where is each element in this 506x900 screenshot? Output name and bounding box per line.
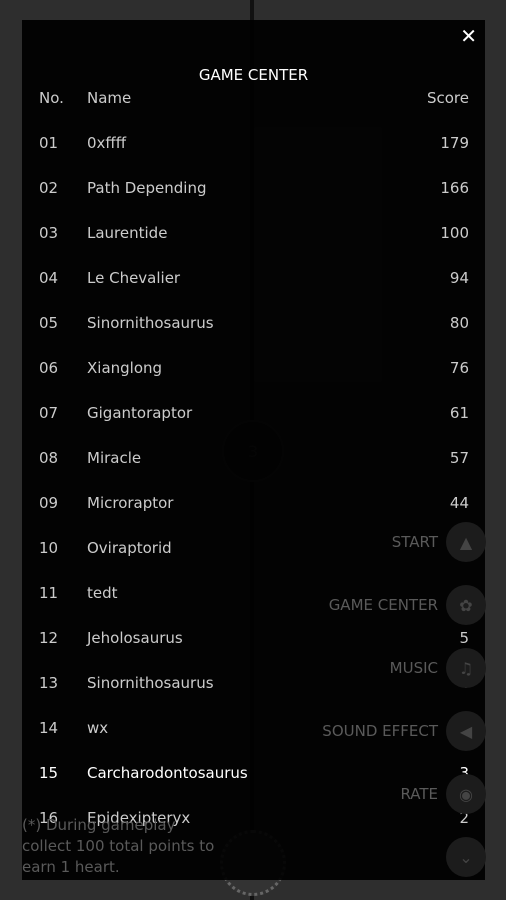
cell-no: 03 xyxy=(39,224,59,242)
cell-no: 09 xyxy=(39,494,59,512)
menu-label: GAME CENTER xyxy=(328,596,438,614)
menu-label: SOUND EFFECT xyxy=(322,722,438,740)
cell-name: Miracle xyxy=(87,449,142,467)
menu-game-center[interactable]: GAME CENTER ✿ xyxy=(329,585,486,625)
cell-no: 02 xyxy=(39,179,59,197)
menu-start[interactable]: START ▲ xyxy=(392,522,486,562)
cell-name: Oviraptorid xyxy=(87,539,172,557)
cell-name: wx xyxy=(87,719,109,737)
cell-name: Sinornithosaurus xyxy=(87,314,214,332)
cell-score: 61 xyxy=(449,404,469,422)
game-center-dialog: GAME CENTER ✕ No. Name Score 01 0xffff 179… xyxy=(22,20,485,880)
table-row: 06 Xianglong 76 xyxy=(22,356,485,380)
chevron-down-icon: ⌄ xyxy=(446,837,486,877)
music-icon: ♫ xyxy=(446,648,486,688)
cell-no: 13 xyxy=(39,674,59,692)
menu-label: START xyxy=(391,533,438,551)
table-row: 02 Path Depending 166 xyxy=(22,176,485,200)
cell-name: Microraptor xyxy=(87,494,174,512)
cell-name: Epidexipteryx xyxy=(87,809,191,827)
table-row: 09 Microraptor 44 xyxy=(22,491,485,515)
cell-name: tedt xyxy=(87,584,118,602)
table-row: 04 Le Chevalier 94 xyxy=(22,266,485,290)
menu-more[interactable]: ⌄ xyxy=(446,837,486,877)
cell-no: 06 xyxy=(39,359,59,377)
cell-no: 07 xyxy=(39,404,59,422)
cell-score: 44 xyxy=(449,494,469,512)
dialog-title: GAME CENTER xyxy=(198,66,309,84)
table-row: 01 0xffff 179 xyxy=(22,131,485,155)
cell-name: Carcharodontosaurus xyxy=(87,764,248,782)
cell-no: 16 xyxy=(39,809,59,827)
cell-name: Xianglong xyxy=(87,359,163,377)
cell-no: 15 xyxy=(39,764,59,782)
cell-name: Jeholosaurus xyxy=(87,629,183,647)
table-row: 05 Sinornithosaurus 80 xyxy=(22,311,485,335)
cell-no: 11 xyxy=(39,584,59,602)
cell-score: 100 xyxy=(440,224,469,242)
cell-no: 01 xyxy=(39,134,59,152)
cell-name: Gigantoraptor xyxy=(87,404,193,422)
table-row: 03 Laurentide 100 xyxy=(22,221,485,245)
cell-no: 08 xyxy=(39,449,59,467)
cell-score: 179 xyxy=(440,134,469,152)
close-icon[interactable]: ✕ xyxy=(460,24,477,48)
cell-name: Path Depending xyxy=(87,179,207,197)
menu-music[interactable]: MUSIC ♫ xyxy=(390,648,486,688)
menu-label: RATE xyxy=(400,785,438,803)
game-center-icon: ✿ xyxy=(446,585,486,625)
cell-name: Le Chevalier xyxy=(87,269,181,287)
table-row: 08 Miracle 57 xyxy=(22,446,485,470)
cell-score: 5 xyxy=(459,629,469,647)
header-name: Name xyxy=(87,89,132,107)
cell-score: 57 xyxy=(449,449,469,467)
cell-score: 94 xyxy=(449,269,469,287)
menu-sound-effect[interactable]: SOUND EFFECT ◀ xyxy=(322,711,486,751)
cell-score: 80 xyxy=(449,314,469,332)
speaker-icon: ◀ xyxy=(446,711,486,751)
cell-name: Sinornithosaurus xyxy=(87,674,214,692)
play-icon: ▲ xyxy=(446,522,486,562)
cell-score: 76 xyxy=(449,359,469,377)
cell-no: 10 xyxy=(39,539,59,557)
table-row: 12 Jeholosaurus 5 xyxy=(22,626,485,650)
menu-label: MUSIC xyxy=(389,659,438,677)
cell-name: Laurentide xyxy=(87,224,168,242)
header-score: Score xyxy=(426,89,469,107)
header-no: No. xyxy=(39,89,64,107)
cell-no: 05 xyxy=(39,314,59,332)
cell-no: 04 xyxy=(39,269,59,287)
cell-no: 12 xyxy=(39,629,59,647)
menu-rate[interactable]: RATE ◉ xyxy=(400,774,486,814)
cell-score: 166 xyxy=(440,179,469,197)
eye-icon: ◉ xyxy=(446,774,486,814)
cell-name: 0xffff xyxy=(87,134,127,152)
cell-no: 14 xyxy=(39,719,59,737)
table-row: 07 Gigantoraptor 61 xyxy=(22,401,485,425)
table-header: No. Name Score xyxy=(22,86,485,110)
